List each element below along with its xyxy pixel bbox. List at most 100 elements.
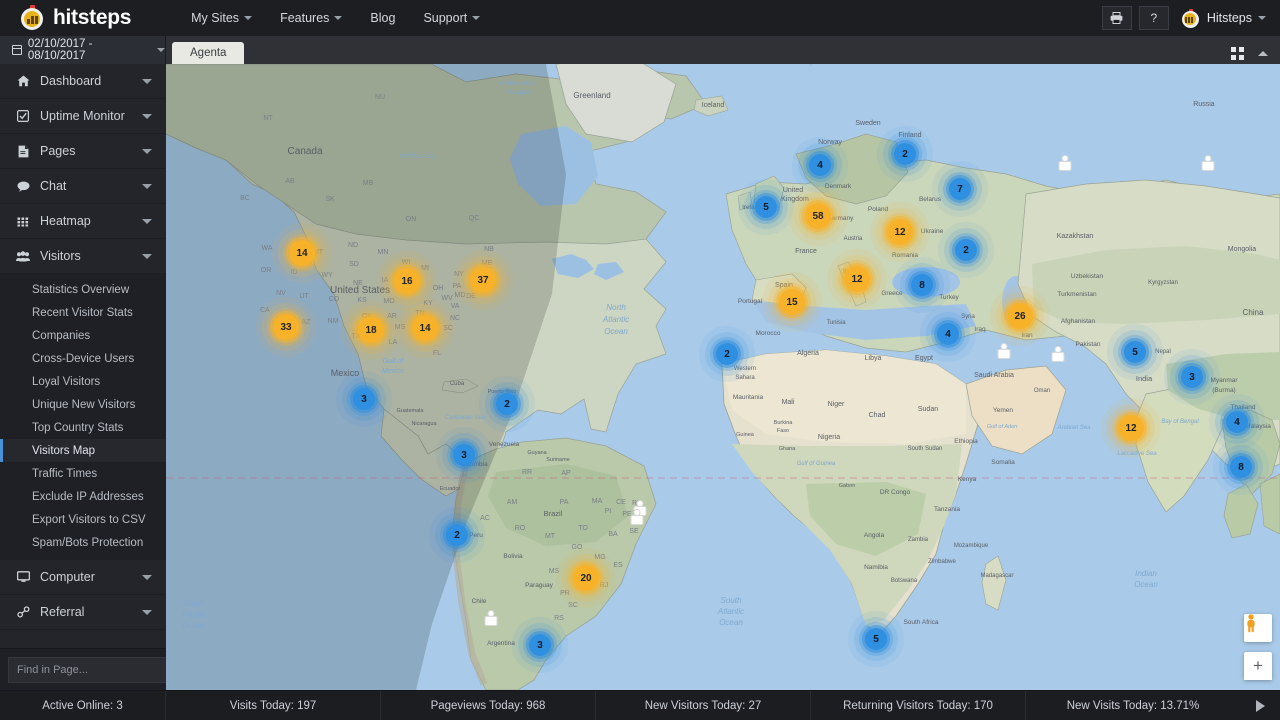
sidebar-item-visitors[interactable]: Visitors	[0, 239, 166, 274]
map-cluster-marker[interactable]: 2	[716, 343, 738, 365]
map-cluster-marker[interactable]: 12	[844, 266, 870, 292]
map-cluster-marker[interactable]: 15	[779, 289, 805, 315]
map-visitor-pin[interactable]	[1052, 346, 1065, 363]
map-cluster-marker[interactable]: 33	[273, 314, 299, 340]
map-label: Gulf of Guinea	[797, 461, 836, 467]
map-cluster-marker[interactable]: 4	[809, 154, 831, 176]
brand-logo-link[interactable]: hitsteps	[20, 5, 131, 31]
map-cluster-marker[interactable]: 8	[1230, 456, 1252, 478]
map-label: Ghana	[779, 446, 796, 452]
nav-item-features[interactable]: Features	[266, 0, 356, 36]
sidebar-subitem-unique-new-visitors[interactable]: Unique New Visitors	[0, 393, 166, 416]
sidebar-item-referral[interactable]: Referral	[0, 595, 166, 630]
map-cluster-marker[interactable]: 20	[573, 565, 599, 591]
map-cluster-marker[interactable]: 8	[911, 274, 933, 296]
map-label: Nigeria	[818, 434, 840, 441]
sidebar-subitem-loyal-visitors[interactable]: Loyal Visitors	[0, 370, 166, 393]
sidebar-subitem-cross-device-users[interactable]: Cross-Device Users	[0, 347, 166, 370]
map-label: Mozambique	[954, 543, 989, 549]
map-cluster-marker[interactable]: 14	[412, 315, 438, 341]
sidebar-subitem-companies[interactable]: Companies	[0, 324, 166, 347]
sidebar-subitem-label: Traffic Times	[32, 468, 97, 480]
sidebar-subitem-recent-visitor-stats[interactable]: Recent Visitor Stats	[0, 301, 166, 324]
map-cluster-marker[interactable]: 2	[955, 239, 977, 261]
map-cluster-marker[interactable]: 14	[289, 240, 315, 266]
sidebar-subitem-visitors-map[interactable]: Visitors Map	[0, 439, 166, 462]
chevron-up-icon[interactable]	[1258, 51, 1268, 56]
map-label: South	[721, 596, 742, 605]
map-cluster-marker[interactable]: 7	[949, 178, 971, 200]
map-label: Suriname	[546, 457, 570, 463]
map-label: Northwestern	[500, 81, 536, 87]
map-cluster-marker[interactable]: 2	[446, 524, 468, 546]
map-cluster-marker[interactable]: 4	[937, 323, 959, 345]
street-view-pegman-icon[interactable]	[1244, 614, 1272, 642]
nav-item-support[interactable]: Support	[409, 0, 494, 36]
nav-item-blog[interactable]: Blog	[356, 0, 409, 36]
map-visitor-pin[interactable]	[998, 343, 1011, 360]
map-visitor-pin[interactable]	[1059, 155, 1072, 172]
cluster-count-label: 4	[945, 329, 951, 340]
map-label: Ocean	[182, 621, 206, 630]
map-state-label: NB	[484, 246, 494, 253]
sidebar-subitem-export-visitors-to-csv[interactable]: Export Visitors to CSV	[0, 508, 166, 531]
map-cluster-marker[interactable]: 3	[353, 388, 375, 410]
nav-item-my-sites[interactable]: My Sites	[177, 0, 266, 36]
map-state-label: WV	[441, 295, 453, 302]
map-state-label: DE	[466, 293, 476, 300]
visitors-world-map[interactable]: CanadaUnited StatesMexicoGreenlandIcelan…	[166, 64, 1280, 690]
sidebar-item-dashboard[interactable]: Dashboard	[0, 64, 166, 99]
map-cluster-marker[interactable]: 37	[470, 267, 496, 293]
map-cluster-marker[interactable]: 2	[894, 143, 916, 165]
map-cluster-marker[interactable]: 18	[358, 317, 384, 343]
map-cluster-marker[interactable]: 58	[805, 203, 831, 229]
map-cluster-marker[interactable]: 3	[529, 634, 551, 656]
map-cluster-marker[interactable]: 16	[394, 268, 420, 294]
map-visitor-pin[interactable]	[631, 509, 644, 526]
date-range-picker[interactable]: 02/10/2017 - 08/10/2017	[0, 36, 166, 64]
map-visitor-pin[interactable]	[1202, 155, 1215, 172]
sidebar-subitem-label: Companies	[32, 330, 90, 342]
sidebar-subitem-top-country-stats[interactable]: Top Country Stats	[0, 416, 166, 439]
map-cluster-marker[interactable]: 2	[496, 393, 518, 415]
map-label: Thailand	[1231, 404, 1256, 411]
cluster-count-label: 58	[812, 211, 823, 222]
tab-agenta[interactable]: Agenta	[172, 42, 244, 64]
footer-next-button[interactable]	[1240, 700, 1280, 712]
map-label: Iraq	[974, 326, 986, 333]
map-cluster-marker[interactable]: 5	[1124, 341, 1146, 363]
map-cluster-marker[interactable]: 12	[887, 219, 913, 245]
find-in-page-input[interactable]	[8, 657, 166, 683]
map-label: Kyrgyzstan	[1148, 280, 1178, 286]
map-cluster-marker[interactable]: 5	[755, 196, 777, 218]
sidebar-item-uptime-monitor[interactable]: Uptime Monitor	[0, 99, 166, 134]
sidebar-item-pages[interactable]: Pages	[0, 134, 166, 169]
sidebar-subitem-traffic-times[interactable]: Traffic Times	[0, 462, 166, 485]
sidebar-subitem-exclude-ip-addresses[interactable]: Exclude IP Addresses	[0, 485, 166, 508]
map-label: Argentina	[487, 640, 515, 647]
sidebar-item-chat[interactable]: Chat	[0, 169, 166, 204]
map-cluster-marker[interactable]: 3	[453, 444, 475, 466]
sidebar-item-heatmap[interactable]: Heatmap	[0, 204, 166, 239]
map-state-label: SK	[325, 196, 335, 203]
map-cluster-marker[interactable]: 4	[1226, 411, 1248, 433]
chevron-down-icon	[1258, 16, 1266, 20]
sidebar-item-computer[interactable]: Computer	[0, 560, 166, 595]
map-cluster-marker[interactable]: 26	[1007, 303, 1033, 329]
sidebar-subitem-statistics-overview[interactable]: Statistics Overview	[0, 278, 166, 301]
brand-name: hitsteps	[53, 6, 131, 30]
map-label: Iran	[1021, 332, 1033, 339]
map-cluster-marker[interactable]: 5	[865, 628, 887, 650]
help-question-icon[interactable]: ?	[1139, 6, 1169, 30]
user-account-menu[interactable]: Hitsteps	[1182, 9, 1266, 28]
fullscreen-expand-icon[interactable]	[1231, 47, 1244, 60]
sidebar-subitem-spam-bots-protection[interactable]: Spam/Bots Protection	[0, 531, 166, 554]
map-zoom-in-button[interactable]: +	[1244, 652, 1272, 680]
map-cluster-marker[interactable]: 12	[1118, 415, 1144, 441]
map-cluster-marker[interactable]: 3	[1181, 366, 1203, 388]
map-visitor-pin[interactable]	[485, 610, 498, 627]
printer-icon[interactable]	[1102, 6, 1132, 30]
map-state-label: ND	[348, 242, 358, 249]
map-state-label: PA	[560, 499, 569, 506]
cluster-count-label: 2	[902, 149, 908, 160]
